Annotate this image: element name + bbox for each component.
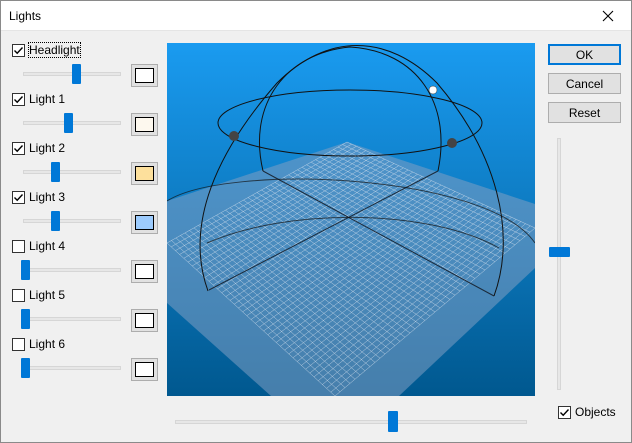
- checkmark-icon: [14, 144, 24, 152]
- light-label: Light 4: [29, 239, 66, 253]
- objects-label: Objects: [575, 405, 616, 419]
- light-label: Light 1: [29, 92, 66, 106]
- close-button[interactable]: [585, 1, 631, 31]
- light-color-swatch: [135, 68, 154, 83]
- light-row-6[interactable]: Light 6: [12, 336, 65, 352]
- objects-checkbox-row[interactable]: Objects: [558, 404, 616, 420]
- ok-button[interactable]: OK: [548, 44, 621, 65]
- light-row-4[interactable]: Light 4: [12, 238, 65, 254]
- light-intensity-slider-thumb[interactable]: [51, 211, 61, 231]
- light-color-button[interactable]: [131, 113, 158, 136]
- light-label: Light 3: [29, 190, 66, 204]
- checkmark-icon: [14, 95, 24, 103]
- light-intensity-slider-thumb[interactable]: [51, 162, 61, 182]
- objects-checkbox[interactable]: [558, 405, 571, 419]
- light-color-swatch: [135, 215, 154, 230]
- elevation-slider-thumb[interactable]: [549, 247, 570, 257]
- light-checkbox[interactable]: [12, 92, 25, 106]
- light-checkbox[interactable]: [12, 337, 25, 351]
- light-color-swatch: [135, 313, 154, 328]
- light-color-swatch: [135, 264, 154, 279]
- light-intensity-slider-track[interactable]: [23, 366, 121, 370]
- light-intensity-slider-thumb[interactable]: [71, 64, 81, 84]
- light-intensity-slider-track[interactable]: [23, 268, 121, 272]
- light-intensity-slider-track[interactable]: [23, 170, 121, 174]
- light-color-swatch: [135, 166, 154, 181]
- light-intensity-slider-thumb[interactable]: [21, 260, 30, 280]
- light-row-5[interactable]: Light 5: [12, 287, 65, 303]
- azimuth-slider-thumb[interactable]: [388, 411, 398, 432]
- light-row-3[interactable]: Light 3: [12, 189, 65, 205]
- checkmark-icon: [560, 408, 570, 416]
- light-preview-viewport[interactable]: [167, 43, 535, 396]
- light-intensity-slider-thumb[interactable]: [21, 309, 30, 329]
- title-bar: Lights: [1, 1, 631, 31]
- light-checkbox[interactable]: [12, 43, 25, 57]
- light-color-button[interactable]: [131, 260, 158, 283]
- light-handle[interactable]: [447, 138, 457, 148]
- light-color-swatch: [135, 117, 154, 132]
- light-color-button[interactable]: [131, 309, 158, 332]
- light-label: Light 5: [29, 288, 66, 302]
- light-checkbox[interactable]: [12, 288, 25, 302]
- light-label: Headlight: [28, 42, 81, 58]
- light-label: Light 2: [29, 141, 66, 155]
- reset-button[interactable]: Reset: [548, 102, 621, 123]
- light-intensity-slider-thumb[interactable]: [21, 358, 30, 378]
- light-row-2[interactable]: Light 2: [12, 140, 65, 156]
- light-checkbox[interactable]: [12, 239, 25, 253]
- light-color-button[interactable]: [131, 64, 158, 87]
- light-intensity-slider-track[interactable]: [23, 219, 121, 223]
- light-handle-selected[interactable]: [428, 85, 438, 95]
- light-color-button[interactable]: [131, 358, 158, 381]
- light-handle[interactable]: [229, 131, 239, 141]
- light-intensity-slider-track[interactable]: [23, 317, 121, 321]
- light-row-0[interactable]: Headlight: [12, 42, 81, 58]
- window-title: Lights: [9, 9, 42, 23]
- checkmark-icon: [14, 46, 24, 54]
- azimuth-slider-track[interactable]: [175, 420, 527, 424]
- close-icon: [602, 10, 614, 22]
- checkmark-icon: [14, 193, 24, 201]
- light-label: Light 6: [29, 337, 66, 351]
- lights-dialog: Lights Headlight Light 1 Light 2 Light 3 Lig…: [0, 0, 632, 443]
- light-intensity-slider-thumb[interactable]: [64, 113, 74, 133]
- light-color-button[interactable]: [131, 162, 158, 185]
- light-color-swatch: [135, 362, 154, 377]
- light-color-button[interactable]: [131, 211, 158, 234]
- cancel-button[interactable]: Cancel: [548, 73, 621, 94]
- light-checkbox[interactable]: [12, 141, 25, 155]
- light-row-1[interactable]: Light 1: [12, 91, 65, 107]
- elevation-slider-track[interactable]: [557, 138, 561, 390]
- light-checkbox[interactable]: [12, 190, 25, 204]
